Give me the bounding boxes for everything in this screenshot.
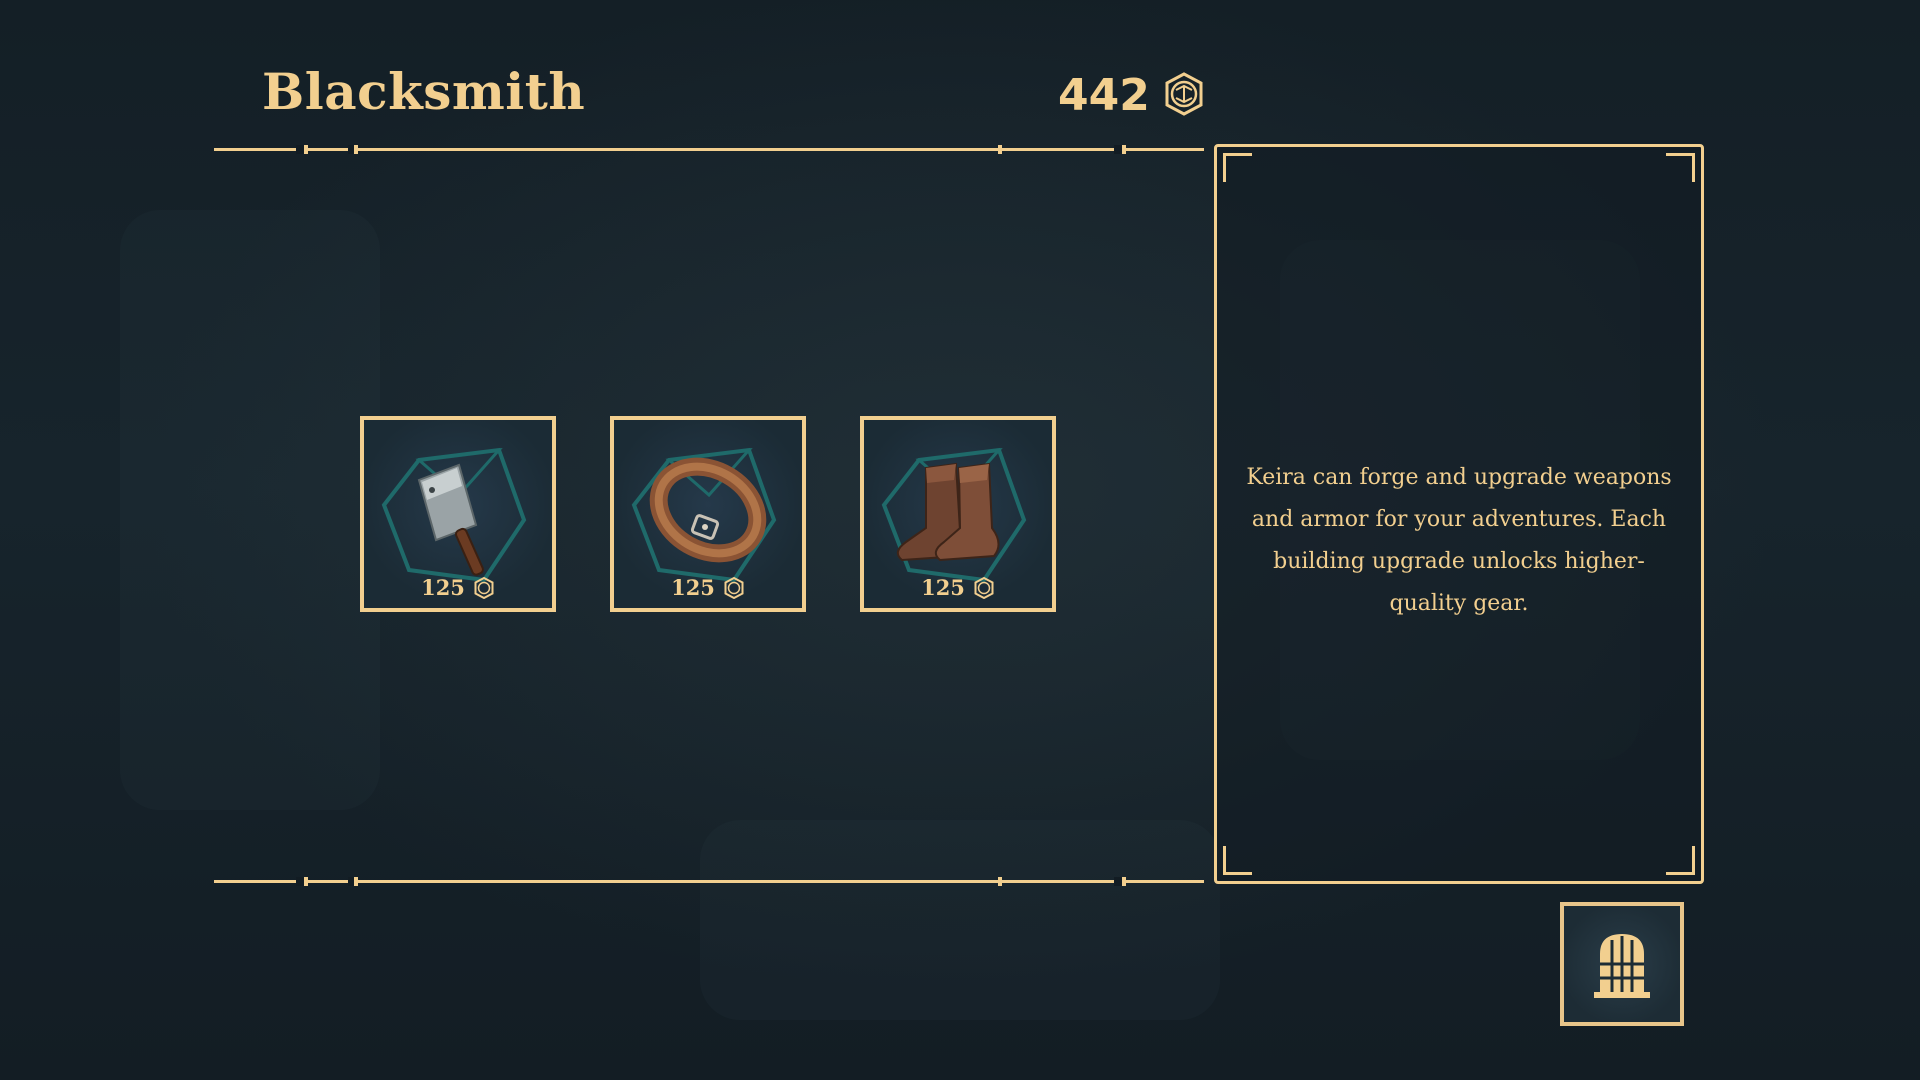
coin-emblem-icon [1162,71,1206,120]
panel-corner-ornament [1223,846,1252,875]
building-description: Keira can forge and upgrade weapons and … [1246,465,1672,616]
shop-item-cleaver[interactable]: 125 [360,416,556,612]
coin-emblem-icon [724,576,744,599]
currency-display: 442 [1058,70,1206,121]
item-price: 125 [864,575,1052,600]
door-icon [1594,934,1650,998]
item-price: 125 [364,575,552,600]
bg-silhouette [120,210,380,810]
shop-item-belt[interactable]: 125 [610,416,806,612]
panel-corner-ornament [1666,153,1695,182]
coin-emblem-icon [974,576,994,599]
exit-button[interactable] [1560,902,1684,1026]
coin-emblem-icon [474,576,494,599]
description-panel: Keira can forge and upgrade weapons and … [1214,144,1704,884]
page-title: Blacksmith [262,62,586,121]
shop-item-boots[interactable]: 125 [860,416,1056,612]
panel-corner-ornament [1666,846,1695,875]
bg-silhouette [700,820,1220,1020]
item-price: 125 [614,575,802,600]
item-price-value: 125 [671,575,715,600]
item-price-value: 125 [921,575,965,600]
panel-corner-ornament [1223,153,1252,182]
top-divider [214,145,1204,154]
bottom-divider [214,877,1204,886]
currency-amount: 442 [1058,70,1150,121]
item-price-value: 125 [421,575,465,600]
